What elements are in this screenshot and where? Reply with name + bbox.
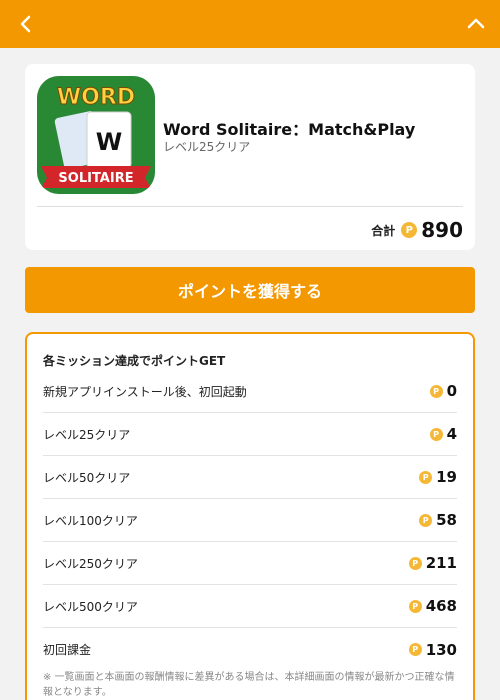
mission-points: P 130: [408, 640, 457, 659]
total-label: 合計: [371, 223, 396, 238]
mission-label: レベル500クリア: [43, 599, 138, 614]
mission-value: 468: [425, 597, 457, 615]
mission-label: レベル50クリア: [43, 470, 131, 485]
chevron-left-icon[interactable]: [14, 12, 38, 36]
mission-label: レベル250クリア: [43, 556, 138, 571]
disclaimer-note: ※ 一覧画面と本画面の報酬情報に差異がある場合は、本詳細画面の情報が最新かつ正確…: [43, 672, 455, 698]
mission-label: 初回課金: [43, 643, 92, 657]
mission-label: レベル100クリア: [43, 513, 138, 528]
mission-points: P4: [429, 425, 457, 443]
mission-label: レベル25クリア: [43, 427, 131, 442]
mission-value: 130: [425, 640, 457, 659]
mission-value: 4: [446, 425, 457, 443]
missions-title: 各ミッション達成でポイントGET: [43, 354, 226, 368]
divider: [37, 206, 463, 207]
app-icon-banner-text: SOLITAIRE: [58, 171, 133, 186]
app-icon-card-letter: W: [96, 128, 122, 156]
total-value: 890: [421, 218, 463, 242]
mission-list: 新規アプリインストール後、初回起動 P0 レベル25クリア P4 レベル50クリ…: [43, 370, 457, 671]
coin-icon: P: [429, 427, 443, 441]
app-card: WORD W SOLITAIRE Word Solitaire：Match&Pl…: [25, 64, 475, 250]
coin-icon: P: [408, 599, 422, 613]
coin-icon: P: [408, 643, 422, 656]
mission-row: 新規アプリインストール後、初回起動 P0: [43, 370, 457, 413]
mission-points: P 58: [419, 511, 457, 529]
missions-panel: 各ミッション達成でポイントGET 新規アプリインストール後、初回起動 P0 レベ…: [25, 332, 475, 700]
mission-row: レベル100クリア P 58: [43, 499, 457, 542]
mission-points: P0: [429, 382, 457, 400]
app-icon-top-text: WORD: [57, 85, 135, 110]
app-subtitle: レベル25クリア: [163, 140, 251, 154]
mission-value: 211: [425, 554, 457, 572]
mission-points: P 19: [419, 468, 457, 486]
chevron-up-icon[interactable]: [464, 12, 488, 36]
coin-icon: P: [419, 513, 433, 527]
mission-points: P 468: [408, 597, 457, 615]
app-icon[interactable]: WORD W SOLITAIRE: [37, 76, 155, 194]
mission-value: 58: [436, 511, 457, 529]
coin-icon: P: [419, 470, 433, 484]
mission-row: レベル50クリア P 19: [43, 456, 457, 499]
mission-value: 19: [436, 468, 457, 486]
top-bar: [0, 0, 500, 48]
mission-label: 新規アプリインストール後、初回起動: [43, 384, 247, 399]
coin-icon: P: [401, 222, 418, 238]
mission-value: 0: [446, 382, 457, 400]
mission-points: P 211: [408, 554, 457, 572]
mission-row: レベル500クリア P 468: [43, 585, 457, 628]
mission-row: 初回課金 P 130: [43, 628, 457, 671]
mission-row: レベル250クリア P 211: [43, 542, 457, 585]
mission-row: レベル25クリア P4: [43, 413, 457, 456]
total-points: 合計 P 890: [371, 218, 463, 242]
app-name: Word Solitaire：Match&Play: [163, 120, 416, 139]
coin-icon: P: [408, 556, 422, 570]
coin-icon: P: [429, 384, 443, 398]
get-points-button[interactable]: ポイントを獲得する: [25, 267, 475, 313]
